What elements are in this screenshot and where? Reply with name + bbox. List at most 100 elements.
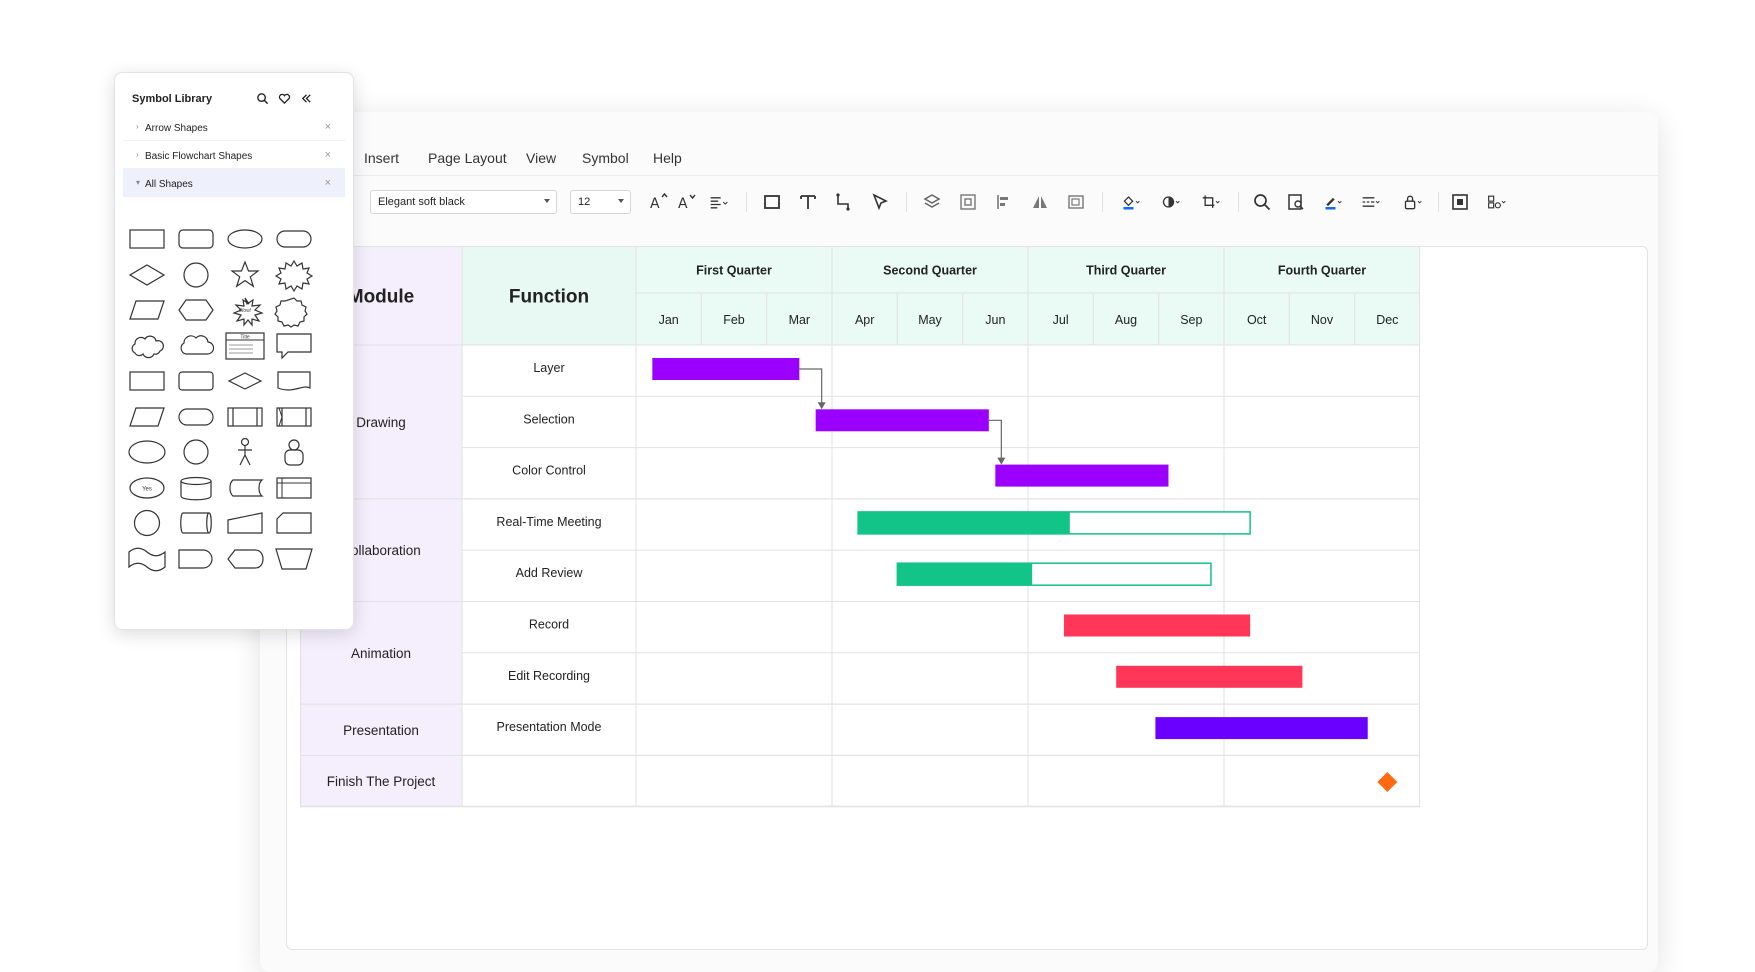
- shape-actor[interactable]: [223, 436, 267, 468]
- connector-icon[interactable]: [832, 190, 856, 214]
- shape-data[interactable]: [125, 401, 169, 433]
- shape-hexagon[interactable]: [174, 294, 218, 326]
- font-family-select[interactable]: Elegant soft black: [370, 190, 557, 214]
- lock-icon[interactable]: [1398, 190, 1428, 214]
- shape-document[interactable]: [272, 365, 316, 397]
- font-grow-icon[interactable]: A: [646, 190, 670, 214]
- symbol-library-panel: Symbol Library › Arrow Shapes × › Basic …: [114, 72, 354, 630]
- shape-ellipse[interactable]: [223, 223, 267, 255]
- module-header: Module: [348, 287, 415, 308]
- line-color-icon[interactable]: [1318, 190, 1348, 214]
- task-bar[interactable]: [995, 464, 1169, 487]
- shape-circle-2[interactable]: [174, 436, 218, 468]
- menu-page-layout[interactable]: Page Layout: [428, 150, 507, 166]
- shape-title-card[interactable]: Title: [223, 330, 267, 362]
- collapse-icon[interactable]: [299, 91, 313, 105]
- font-size-select[interactable]: 12: [570, 190, 631, 214]
- more-tools-icon[interactable]: [1482, 190, 1512, 214]
- text-align-icon[interactable]: [704, 190, 734, 214]
- group-icon[interactable]: [956, 190, 980, 214]
- shape-direct-data[interactable]: [174, 507, 218, 539]
- shape-window[interactable]: [272, 472, 316, 504]
- fill-color-icon[interactable]: [1116, 190, 1146, 214]
- shape-manual-operation[interactable]: [272, 543, 316, 575]
- library-category-basic-flowchart[interactable]: › Basic Flowchart Shapes ×: [123, 141, 345, 169]
- find-replace-icon[interactable]: [1284, 190, 1308, 214]
- menu-view[interactable]: View: [526, 150, 556, 166]
- shape-rounded-rectangle[interactable]: [174, 223, 218, 255]
- shape-parallelogram[interactable]: [125, 294, 169, 326]
- task-bar[interactable]: [652, 358, 800, 380]
- shape-decision[interactable]: [223, 365, 267, 397]
- shape-start-end[interactable]: [174, 401, 218, 433]
- shape-terminator[interactable]: [174, 365, 218, 397]
- toolbar: Elegant soft black 12 A A: [260, 176, 1658, 230]
- shape-circle[interactable]: [174, 259, 218, 291]
- shape-database[interactable]: [174, 472, 218, 504]
- shape-display[interactable]: [223, 543, 267, 575]
- shape-star[interactable]: [223, 259, 267, 291]
- chevron-down-icon: [618, 199, 624, 203]
- shape-tape[interactable]: [125, 543, 169, 575]
- layers-icon[interactable]: [920, 190, 944, 214]
- month-label: Jun: [985, 313, 1005, 327]
- shape-circle-3[interactable]: [125, 507, 169, 539]
- month-label: Aug: [1115, 313, 1137, 327]
- module-label: Animation: [351, 646, 411, 661]
- close-icon[interactable]: ×: [325, 177, 331, 189]
- crop-icon[interactable]: [1196, 190, 1226, 214]
- align-left-icon[interactable]: [992, 190, 1016, 214]
- svg-text:Yes: Yes: [142, 486, 152, 492]
- search-icon[interactable]: [1250, 190, 1274, 214]
- fit-page-icon[interactable]: [1448, 190, 1472, 214]
- task-bar-progress[interactable]: [858, 511, 1070, 534]
- shape-user[interactable]: [272, 436, 316, 468]
- svg-text:A: A: [650, 196, 660, 212]
- shape-seal[interactable]: [272, 294, 316, 328]
- task-bar[interactable]: [1155, 717, 1368, 740]
- task-bar-progress[interactable]: [897, 563, 1033, 586]
- heart-icon[interactable]: [277, 91, 291, 105]
- shape-delay[interactable]: [174, 543, 218, 575]
- shape-speech-bubble[interactable]: [272, 330, 316, 362]
- shape-internal-storage[interactable]: [272, 401, 316, 433]
- task-bar[interactable]: [1063, 614, 1251, 637]
- shape-cloud-2[interactable]: [174, 330, 218, 362]
- shape-cloud[interactable]: [125, 330, 169, 362]
- menu-insert[interactable]: Insert: [364, 150, 399, 166]
- month-label: Feb: [723, 313, 745, 327]
- text-tool-icon[interactable]: [796, 190, 820, 214]
- pointer-icon[interactable]: [868, 190, 892, 214]
- menu-symbol[interactable]: Symbol: [582, 150, 629, 166]
- shape-starburst[interactable]: [272, 259, 316, 292]
- gantt-chart[interactable]: Module Function First Quarter Second Quarte…: [300, 246, 1420, 829]
- shape-predefined-process[interactable]: [223, 401, 267, 433]
- month-label: Oct: [1247, 313, 1267, 327]
- task-bar[interactable]: [1116, 665, 1303, 688]
- font-size-value: 12: [578, 196, 591, 208]
- function-label: Real-Time Meeting: [496, 515, 601, 529]
- rectangle-icon[interactable]: [760, 190, 784, 214]
- shape-process[interactable]: [125, 365, 169, 397]
- task-bar[interactable]: [815, 409, 989, 432]
- library-category-arrow-shapes[interactable]: › Arrow Shapes ×: [123, 113, 345, 141]
- shape-stadium[interactable]: [272, 223, 316, 255]
- line-style-icon[interactable]: [1356, 190, 1386, 214]
- shape-yes-ellipse[interactable]: Yes: [125, 472, 169, 504]
- close-icon[interactable]: ×: [325, 121, 331, 133]
- shape-manual-input[interactable]: [223, 507, 267, 539]
- library-category-all-shapes[interactable]: ▾ All Shapes ×: [123, 169, 345, 197]
- shape-stored-data[interactable]: [223, 472, 267, 504]
- menu-help[interactable]: Help: [653, 150, 682, 166]
- shape-rectangle[interactable]: [125, 223, 169, 255]
- flip-icon[interactable]: [1028, 190, 1052, 214]
- close-icon[interactable]: ×: [325, 149, 331, 161]
- search-icon[interactable]: [255, 91, 269, 105]
- shape-card[interactable]: [272, 507, 316, 539]
- shape-style-icon[interactable]: [1156, 190, 1186, 214]
- shape-diamond[interactable]: [125, 259, 169, 291]
- shape-ellipse-large[interactable]: [125, 436, 169, 468]
- font-shrink-icon[interactable]: A: [674, 190, 698, 214]
- shape-explosion[interactable]: Wow!: [223, 294, 267, 327]
- frame-icon[interactable]: [1064, 190, 1088, 214]
